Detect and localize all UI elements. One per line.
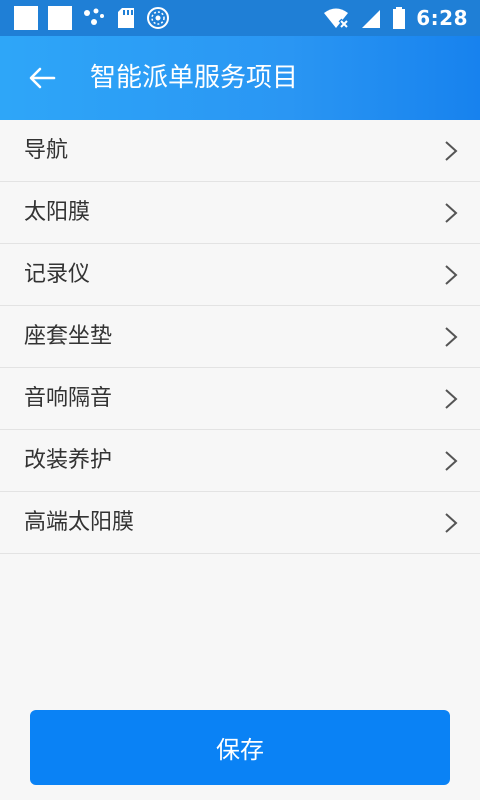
- page-title: 智能派单服务项目: [90, 63, 299, 93]
- list-item-label: 高端太阳膜: [24, 510, 135, 535]
- list-item-label: 导航: [24, 138, 69, 163]
- share-dots-icon: [82, 6, 106, 30]
- chevron-right-icon: [445, 451, 458, 471]
- signal-icon: [360, 6, 382, 30]
- chevron-right-icon: [445, 327, 458, 347]
- save-button[interactable]: 保存: [30, 710, 450, 785]
- wifi-off-icon: [322, 6, 350, 30]
- list-item-label: 音响隔音: [24, 386, 113, 411]
- app-screen: 6:28 智能派单服务项目 导航 太阳膜 记录仪 座套坐垫 音响隔音 改装养护 …: [0, 0, 480, 800]
- list-item-navigation[interactable]: 导航: [0, 120, 480, 182]
- list-item-audio-soundproofing[interactable]: 音响隔音: [0, 368, 480, 430]
- service-list: 导航 太阳膜 记录仪 座套坐垫 音响隔音 改装养护 高端太阳膜: [0, 120, 480, 554]
- status-bar: 6:28: [0, 0, 480, 36]
- list-item-modification-maintenance[interactable]: 改装养护: [0, 430, 480, 492]
- sd-card-icon: [116, 6, 136, 30]
- battery-icon: [392, 6, 406, 30]
- chevron-right-icon: [445, 389, 458, 409]
- chevron-right-icon: [445, 141, 458, 161]
- status-time: 6:28: [416, 6, 468, 30]
- list-item-label: 座套坐垫: [24, 324, 113, 349]
- chevron-right-icon: [445, 513, 458, 533]
- list-item-label: 改装养护: [24, 448, 113, 473]
- save-button-label: 保存: [216, 736, 264, 764]
- list-item-label: 太阳膜: [24, 200, 91, 225]
- back-button[interactable]: [22, 60, 62, 96]
- chevron-right-icon: [445, 265, 458, 285]
- chevron-right-icon: [445, 203, 458, 223]
- arrow-left-icon: [29, 67, 56, 89]
- notification-square-icon: [48, 6, 72, 30]
- list-item-seat-covers[interactable]: 座套坐垫: [0, 306, 480, 368]
- list-item-window-film[interactable]: 太阳膜: [0, 182, 480, 244]
- list-item-dashcam[interactable]: 记录仪: [0, 244, 480, 306]
- list-item-premium-window-film[interactable]: 高端太阳膜: [0, 492, 480, 554]
- notification-square-icon: [14, 6, 38, 30]
- status-left-icons: [14, 6, 170, 30]
- sync-globe-icon: [146, 6, 170, 30]
- list-item-label: 记录仪: [24, 262, 91, 287]
- app-bar: 智能派单服务项目: [0, 36, 480, 120]
- status-right-icons: 6:28: [322, 6, 468, 30]
